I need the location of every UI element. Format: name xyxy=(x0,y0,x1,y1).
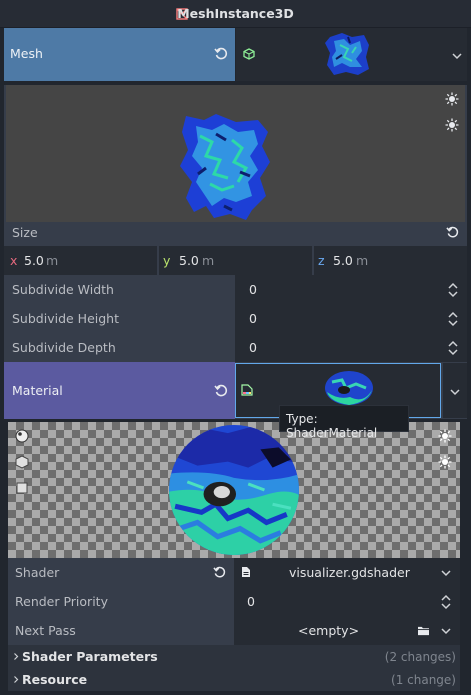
size-vector-row: x 5.0 m y 5.0 m z 5.0 m xyxy=(4,246,467,275)
chevron-right-icon xyxy=(14,676,19,683)
light-toggle-2-icon[interactable] xyxy=(438,455,452,469)
mesh-preview-image xyxy=(180,114,270,220)
chevron-down-icon[interactable] xyxy=(441,627,451,635)
next-pass-row: Next Pass <empty> xyxy=(8,616,460,645)
shader-file-icon xyxy=(242,567,250,577)
size-z-unit: m xyxy=(356,253,369,268)
material-label-cell: Material xyxy=(4,362,235,419)
resource-section[interactable]: Resource (1 change) xyxy=(8,668,460,691)
light-toggle-1-icon[interactable] xyxy=(438,429,452,443)
subdivide-depth-row: Subdivide Depth 0 xyxy=(4,333,467,362)
shader-property-row: Shader visualizer.gdshader xyxy=(8,558,460,587)
size-y-unit: m xyxy=(202,253,215,268)
size-y-field[interactable]: y 5.0 m xyxy=(159,246,312,275)
section-label: Resource xyxy=(22,672,88,687)
render-priority-spinbox[interactable]: 0 xyxy=(234,587,460,616)
folder-icon[interactable] xyxy=(417,625,430,636)
section-changes: (2 changes) xyxy=(384,650,456,664)
property-value: 0 xyxy=(249,340,257,355)
property-value: 0 xyxy=(249,282,257,297)
material-preview-sphere xyxy=(169,425,299,555)
next-pass-resource-picker[interactable]: <empty> xyxy=(234,616,460,645)
size-x-unit: m xyxy=(46,253,59,268)
subdivide-depth-spinbox[interactable]: 0 xyxy=(235,333,467,362)
render-priority-value: 0 xyxy=(247,594,255,609)
size-x-field[interactable]: x 5.0 m xyxy=(4,246,157,275)
section-label: Shader Parameters xyxy=(22,649,158,664)
spin-arrows-icon[interactable] xyxy=(448,311,458,327)
spin-arrows-icon[interactable] xyxy=(441,594,451,610)
quad-preview-icon[interactable] xyxy=(15,481,29,495)
size-z-value: 5.0 xyxy=(333,253,353,268)
mesh-label: Mesh xyxy=(10,46,43,61)
revert-icon[interactable] xyxy=(213,566,226,579)
sphere-preview-icon[interactable] xyxy=(15,429,29,443)
shader-value: visualizer.gdshader xyxy=(289,565,410,580)
inspector-header: MeshInstance3D xyxy=(0,0,471,28)
shadermaterial-icon xyxy=(241,384,253,396)
x-axis-label: x xyxy=(10,253,18,268)
revert-icon[interactable] xyxy=(214,47,228,61)
revert-icon[interactable] xyxy=(446,226,459,239)
material-thumbnail xyxy=(325,371,373,405)
light-toggle-2-icon[interactable] xyxy=(445,118,459,132)
box-preview-icon[interactable] xyxy=(15,455,29,469)
spin-arrows-icon[interactable] xyxy=(448,282,458,298)
chevron-right-icon xyxy=(14,653,19,660)
subdivide-height-row: Subdivide Height 0 xyxy=(4,304,467,333)
size-x-value: 5.0 xyxy=(24,253,44,268)
next-pass-label: Next Pass xyxy=(15,623,76,638)
size-z-field[interactable]: z 5.0 m xyxy=(314,246,467,275)
chevron-down-icon xyxy=(450,389,460,396)
planemesh-icon xyxy=(243,48,255,60)
mesh-property-row: Mesh xyxy=(4,28,467,83)
size-label: Size xyxy=(12,225,38,240)
render-priority-label: Render Priority xyxy=(15,594,108,609)
mesh-resource-picker[interactable] xyxy=(236,28,447,81)
next-pass-value: <empty> xyxy=(298,623,360,638)
node-title: MeshInstance3D xyxy=(177,6,294,21)
property-value: 0 xyxy=(249,311,257,326)
chevron-down-icon[interactable] xyxy=(441,569,451,577)
revert-icon[interactable] xyxy=(214,384,228,398)
subdivide-width-row: Subdivide Width 0 xyxy=(4,275,467,304)
spin-arrows-icon[interactable] xyxy=(448,340,458,356)
subdivide-height-spinbox[interactable]: 0 xyxy=(235,304,467,333)
mesh-thumbnail xyxy=(325,33,369,75)
material-dropdown-button[interactable] xyxy=(443,363,467,418)
shader-label: Shader xyxy=(15,565,60,580)
mesh-label-cell: Mesh xyxy=(4,28,235,81)
shader-resource-picker[interactable]: visualizer.gdshader xyxy=(234,558,460,587)
material-preview xyxy=(8,422,460,558)
mesh-preview xyxy=(4,85,467,222)
material-label: Material xyxy=(12,383,63,398)
property-label: Subdivide Width xyxy=(12,282,114,297)
light-toggle-1-icon[interactable] xyxy=(445,92,459,106)
property-label: Subdivide Depth xyxy=(12,340,116,355)
chevron-down-icon xyxy=(452,53,462,60)
z-axis-label: z xyxy=(318,253,325,268)
shader-parameters-section[interactable]: Shader Parameters (2 changes) xyxy=(8,645,460,668)
property-label: Subdivide Height xyxy=(12,311,119,326)
y-axis-label: y xyxy=(163,253,171,268)
subdivide-width-spinbox[interactable]: 0 xyxy=(235,275,467,304)
render-priority-row: Render Priority 0 xyxy=(8,587,460,616)
size-section: Size xyxy=(4,222,467,246)
section-changes: (1 change) xyxy=(391,673,456,687)
tooltip-text: Type: ShaderMaterial xyxy=(286,412,378,440)
mesh-dropdown-button[interactable] xyxy=(447,28,467,81)
type-tooltip: Type: ShaderMaterial xyxy=(279,405,409,440)
size-y-value: 5.0 xyxy=(179,253,199,268)
